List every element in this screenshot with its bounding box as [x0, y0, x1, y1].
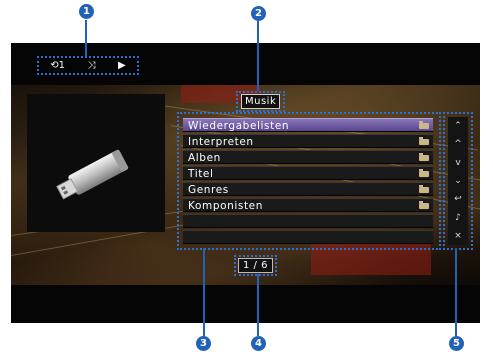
page-indicator: 1 / 6 [238, 258, 273, 273]
navigation-buttons-highlight: ⌃ ^ v ⌄ ↩ ♪ × [443, 112, 473, 250]
down-icon[interactable]: v [455, 158, 460, 168]
folder-icon [419, 185, 429, 193]
list-item[interactable]: Komponisten [183, 198, 433, 212]
close-icon[interactable]: × [454, 231, 462, 241]
list-item-label: Alben [188, 152, 221, 164]
title-highlight: Musik [236, 91, 286, 112]
content-list-highlight: Wiedergabelisten Interpreten Alben Titel… [177, 112, 441, 250]
list-item-empty [183, 214, 433, 228]
callout-2: 2 [251, 6, 266, 21]
play-icon: ▶ [118, 59, 126, 71]
callout-1: 1 [79, 4, 94, 19]
folder-icon [419, 169, 429, 177]
list-item[interactable]: Genres [183, 182, 433, 196]
page-up-icon[interactable]: ⌃ [454, 121, 462, 131]
folder-icon [419, 137, 429, 145]
callout-3: 3 [196, 336, 211, 351]
callout-5: 5 [449, 336, 464, 351]
list-item[interactable]: Titel [183, 166, 433, 180]
page-down-icon[interactable]: ⌄ [454, 176, 462, 186]
page-title: Musik [241, 94, 281, 109]
return-icon[interactable]: ↩ [454, 194, 462, 204]
list-item-empty [183, 230, 433, 244]
folder-icon [419, 153, 429, 161]
navigation-buttons: ⌃ ^ v ⌄ ↩ ♪ × [448, 117, 468, 245]
playback-status-bar: ⟲1 ⤨ ▶ [37, 56, 139, 75]
folder-icon [419, 121, 429, 129]
up-icon[interactable]: ^ [454, 139, 462, 149]
callout-4: 4 [251, 336, 266, 351]
list-item-label: Genres [188, 184, 229, 196]
shuffle-icon: ⤨ [87, 59, 96, 71]
list-item-label: Wiedergabelisten [188, 120, 290, 132]
list-item-label: Interpreten [188, 136, 254, 148]
content-list: Wiedergabelisten Interpreten Alben Titel… [183, 118, 433, 246]
usb-device-panel [27, 94, 165, 232]
folder-icon [419, 201, 429, 209]
list-item-label: Titel [188, 168, 214, 180]
list-item[interactable]: Wiedergabelisten [183, 118, 433, 132]
now-playing-icon[interactable]: ♪ [455, 213, 461, 223]
list-item[interactable]: Alben [183, 150, 433, 164]
page-indicator-highlight: 1 / 6 [234, 255, 277, 276]
usb-stick-icon [56, 149, 129, 200]
repeat-icon: ⟲1 [50, 59, 65, 71]
list-item[interactable]: Interpreten [183, 134, 433, 148]
list-item-label: Komponisten [188, 200, 263, 212]
